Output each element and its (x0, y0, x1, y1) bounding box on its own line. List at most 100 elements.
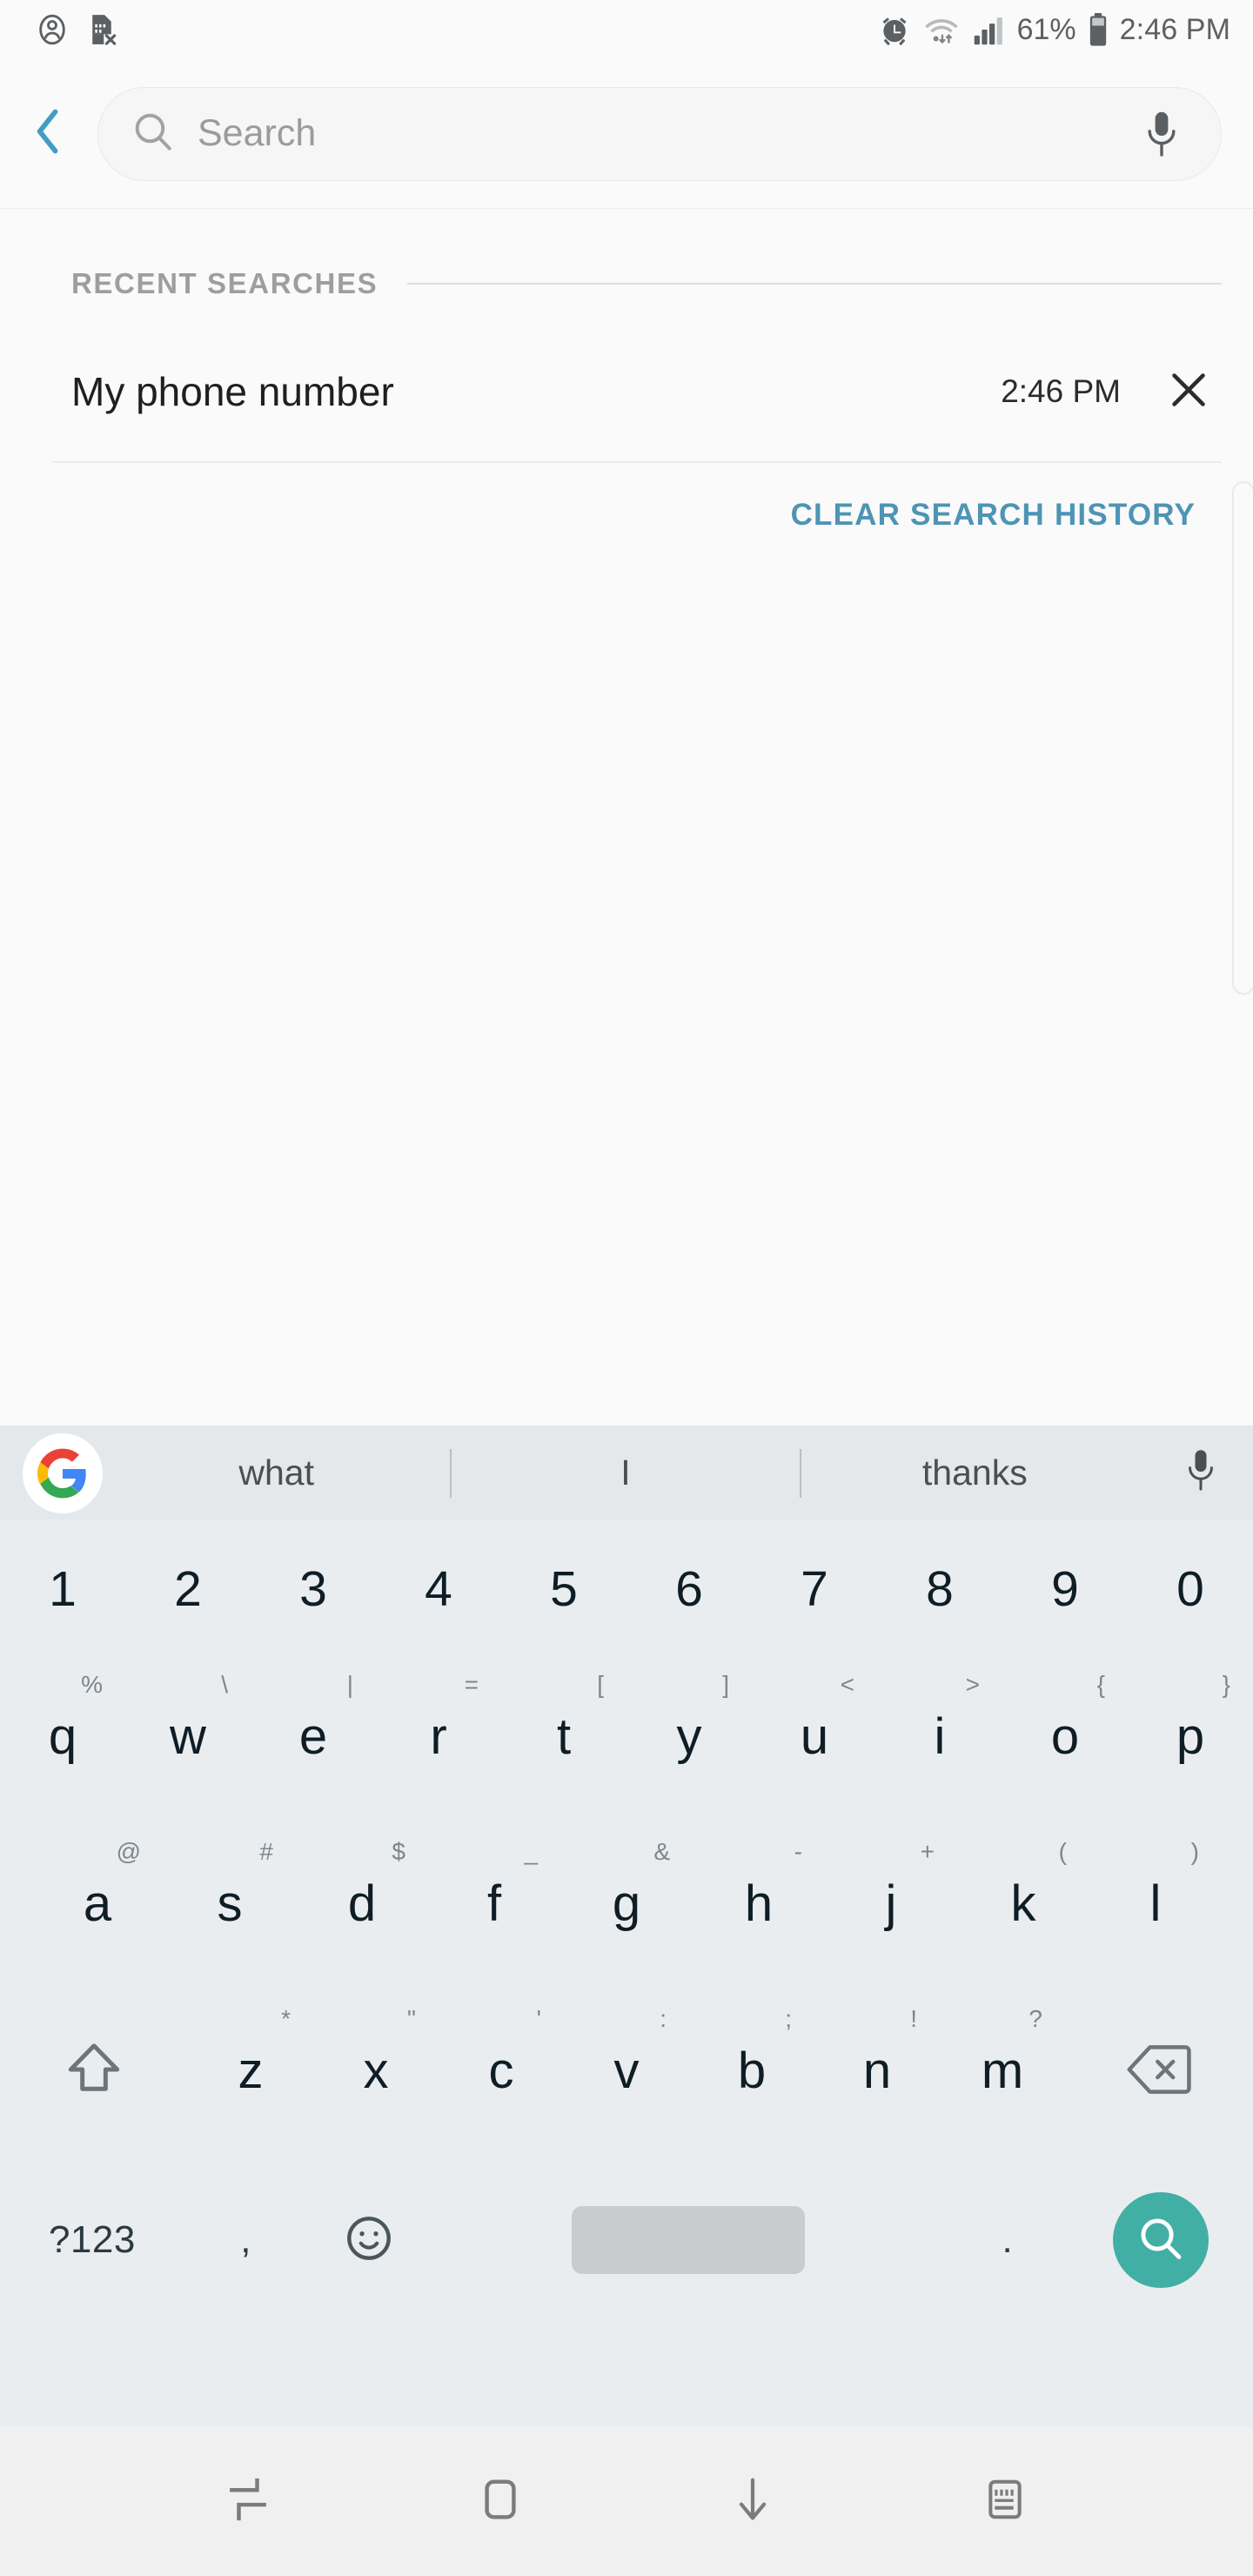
suggestion-i[interactable]: I (452, 1426, 799, 1519)
key-x[interactable]: x " (313, 1988, 439, 2155)
key-n[interactable]: n! (814, 1988, 940, 2155)
keyboard-switch-button[interactable] (953, 2449, 1057, 2553)
key-o[interactable]: o{ (1002, 1654, 1128, 1821)
backspace-key[interactable] (1065, 1988, 1253, 2155)
key-alt-label: ' (536, 2005, 541, 2032)
sim-card-off-icon (85, 12, 118, 47)
emoji-key[interactable] (307, 2155, 430, 2325)
clock-label: 2:46 PM (1119, 12, 1230, 46)
suggestion-thanks[interactable]: thanks (801, 1426, 1149, 1519)
key-label: 2 (174, 1560, 202, 1617)
suggestion-strip: what I thanks (0, 1426, 1253, 1519)
key-6[interactable]: 6 (626, 1525, 752, 1654)
google-logo-icon[interactable] (23, 1432, 103, 1513)
key-1[interactable]: 1 (0, 1525, 125, 1654)
key-alt-label: ! (910, 2005, 917, 2032)
key-alt-label: | (346, 1671, 353, 1698)
key-h[interactable]: h- (693, 1821, 825, 1988)
key-j[interactable]: j + (825, 1821, 957, 1988)
key-i[interactable]: i > (877, 1654, 1002, 1821)
close-icon (1166, 367, 1211, 417)
key-alt-label: $ (392, 1838, 405, 1865)
key-f[interactable]: f _ (428, 1821, 560, 1988)
key-label: r (430, 1708, 447, 1765)
key-3[interactable]: 3 (251, 1525, 376, 1654)
home-button[interactable] (448, 2449, 553, 2553)
shift-key[interactable] (0, 1988, 188, 2155)
key-v[interactable]: v: (564, 1988, 689, 2155)
clear-search-history-button[interactable]: CLEAR SEARCH HISTORY (791, 498, 1196, 533)
key-4[interactable]: 4 (376, 1525, 501, 1654)
key-e[interactable]: e | (251, 1654, 376, 1821)
key-w[interactable]: w \ (125, 1654, 251, 1821)
recent-search-item[interactable]: My phone number 2:46 PM (0, 334, 1253, 449)
recent-search-time: 2:46 PM (1001, 373, 1121, 409)
key-s[interactable]: s # (164, 1821, 296, 1988)
key-k[interactable]: k( (957, 1821, 1089, 1988)
key-y[interactable]: y] (626, 1654, 752, 1821)
key-alt-label: { (1096, 1671, 1105, 1698)
recent-searches-header: RECENT SEARCHES (0, 245, 1253, 322)
remove-search-button[interactable] (1156, 359, 1222, 425)
comma-key-label: , (240, 2218, 251, 2261)
key-label: o (1050, 1708, 1080, 1765)
signal-icon (972, 13, 1007, 46)
key-label: u (800, 1708, 829, 1765)
key-alt-label: > (965, 1671, 980, 1698)
key-alt-label: [ (597, 1671, 604, 1698)
key-alt-label: - (794, 1838, 802, 1865)
search-icon (131, 110, 175, 158)
key-alt-label: ] (722, 1671, 729, 1698)
alarm-icon (878, 13, 911, 46)
key-5[interactable]: 5 (501, 1525, 626, 1654)
key-8[interactable]: 8 (877, 1525, 1002, 1654)
key-q[interactable]: q% (0, 1654, 125, 1821)
key-label: e (298, 1708, 328, 1765)
key-m[interactable]: m? (940, 1988, 1065, 2155)
microphone-icon (1183, 1448, 1218, 1498)
key-label: s (217, 1875, 243, 1932)
key-0[interactable]: 0 (1128, 1525, 1253, 1654)
key-period[interactable]: . (946, 2155, 1069, 2325)
key-g[interactable]: g & (560, 1821, 693, 1988)
key-t[interactable]: t[ (501, 1654, 626, 1821)
key-c[interactable]: c ' (439, 1988, 564, 2155)
key-2[interactable]: 2 (125, 1525, 251, 1654)
key-9[interactable]: 9 (1002, 1525, 1128, 1654)
period-key-label: . (1002, 2218, 1013, 2261)
back-button[interactable] (0, 82, 97, 186)
key-r[interactable]: r = (376, 1654, 501, 1821)
keyboard: 1 2 3 4 5 6 7 8 9 0 q% w \ e | r = t[ y] u <… (0, 1519, 1253, 2426)
key-label: a (83, 1875, 112, 1932)
symbols-key[interactable]: ?123 (0, 2155, 184, 2325)
scrollbar[interactable] (1232, 481, 1253, 995)
space-key[interactable] (430, 2155, 946, 2325)
keyboard-row-qwerty: q% w \ e | r = t[ y] u < i > o{ p} (0, 1654, 1253, 1821)
key-z[interactable]: z * (188, 1988, 313, 2155)
enter-button[interactable] (1113, 2192, 1209, 2288)
key-comma[interactable]: , (184, 2155, 307, 2325)
key-alt-label: % (81, 1671, 103, 1698)
key-l[interactable]: l) (1089, 1821, 1222, 1988)
key-p[interactable]: p} (1128, 1654, 1253, 1821)
recents-icon (224, 2475, 272, 2528)
recents-button[interactable] (196, 2449, 300, 2553)
search-enter-key[interactable] (1069, 2155, 1253, 2325)
key-alt-label: ) (1190, 1838, 1199, 1865)
key-d[interactable]: d $ (296, 1821, 428, 1988)
key-b[interactable]: b; (689, 1988, 814, 2155)
voice-input-button[interactable] (1149, 1448, 1253, 1498)
key-u[interactable]: u < (752, 1654, 877, 1821)
key-a[interactable]: a @ (31, 1821, 164, 1988)
search-box[interactable] (97, 86, 1222, 181)
key-alt-label: + (920, 1838, 935, 1865)
key-7[interactable]: 7 (752, 1525, 877, 1654)
emoji-smiley-icon (344, 2213, 394, 2268)
suggestion-what[interactable]: what (103, 1426, 450, 1519)
microphone-icon[interactable] (1130, 110, 1193, 158)
hide-keyboard-button[interactable] (700, 2449, 805, 2553)
key-label: d (347, 1875, 377, 1932)
section-title: RECENT SEARCHES (71, 267, 379, 299)
search-input[interactable] (198, 112, 1130, 155)
search-content: RECENT SEARCHES My phone number 2:46 PM … (0, 209, 1253, 1414)
